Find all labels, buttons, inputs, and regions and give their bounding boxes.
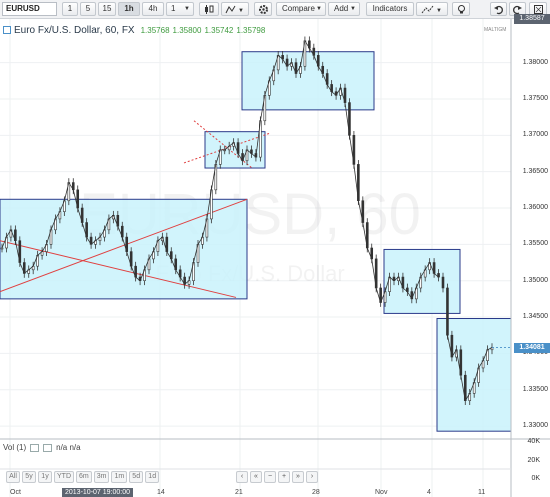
indicators-button[interactable]: Indicators: [366, 2, 414, 16]
price-tick-label: 1.34500: [522, 313, 548, 321]
chart-legend: Euro Fx/U.S. Dollar, 60, FX 1.35768 1.35…: [3, 23, 265, 37]
add-button[interactable]: Add ▼: [328, 2, 360, 16]
scroll-right-button[interactable]: ›: [306, 471, 318, 483]
compare-button[interactable]: Compare ▼: [276, 2, 326, 16]
time-tick-label: 4: [427, 489, 431, 496]
settings-icon[interactable]: [43, 443, 53, 452]
interval-15m-button[interactable]: 15: [98, 2, 116, 16]
toolbar: EURUSD 1 5 15 1h 4h 1 ▼ ▼ Compare ▼ Add …: [0, 0, 550, 19]
range-all-button[interactable]: All: [6, 471, 20, 483]
price-tick-label: 1.36500: [522, 167, 548, 175]
range-5y-button[interactable]: 5y: [22, 471, 36, 483]
time-tick-label: 14: [157, 489, 165, 496]
chart-container[interactable]: EURUSD, 60 Euro Fx/U.S. Dollar Euro Fx/U.…: [0, 14, 550, 497]
chevron-down-icon: ▼: [316, 6, 322, 12]
time-tick-label: Oct: [10, 489, 21, 496]
drawing-tools-dropdown[interactable]: ▼: [416, 2, 448, 16]
price-tick-label: 1.33500: [522, 385, 548, 393]
annotation-rectangle: [241, 51, 375, 111]
crosshair-time-label: 2013-10-07 19:00:00: [62, 488, 133, 497]
range-1y-button[interactable]: 1y: [38, 471, 52, 483]
compare-label: Compare: [282, 4, 315, 13]
range-5d-button[interactable]: 5d: [129, 471, 144, 483]
interval-dropdown[interactable]: 1 ▼: [166, 2, 194, 16]
brand-mark: MALTIGM: [484, 27, 507, 33]
volume-axis-label: 20K: [527, 457, 540, 464]
chevron-down-icon: ▼: [350, 6, 356, 12]
volume-legend: Vol (1) n/a n/a: [3, 443, 81, 452]
line-style-dropdown[interactable]: ▼: [221, 2, 249, 16]
candle-body: [446, 287, 449, 336]
candle-body: [441, 276, 445, 289]
symbol-input[interactable]: EURUSD: [2, 2, 57, 16]
interval-4h-button[interactable]: 4h: [142, 2, 164, 16]
lightbulb-icon[interactable]: [452, 2, 470, 16]
candle-body: [0, 247, 4, 250]
gear-icon[interactable]: [254, 2, 272, 16]
volume-axis-label: 40K: [527, 438, 540, 445]
candle-style-icon[interactable]: [199, 2, 219, 16]
zoom-in-button[interactable]: +: [278, 471, 290, 483]
ohlc-close: 1.35798: [236, 25, 266, 35]
price-tick-label: 1.35500: [522, 240, 548, 248]
annotation-rectangle: [0, 198, 248, 300]
zoom-out-button[interactable]: −: [264, 471, 276, 483]
price-chart[interactable]: EURUSD, 60Euro Fx/U.S. Dollar: [0, 19, 550, 497]
interval-5m-button[interactable]: 5: [80, 2, 96, 16]
range-ytd-button[interactable]: YTD: [54, 471, 74, 483]
range-6m-button[interactable]: 6m: [76, 471, 92, 483]
hide-icon[interactable]: [30, 443, 40, 452]
price-tick-label: 1.35000: [522, 276, 548, 284]
undo-icon[interactable]: [490, 2, 507, 16]
time-tick-label: 21: [235, 489, 243, 496]
range-3m-button[interactable]: 3m: [93, 471, 110, 483]
price-tick-label: 1.36000: [522, 204, 548, 211]
top-price-label: 1.38587: [514, 14, 550, 24]
add-label: Add: [334, 4, 349, 13]
ohlc-high: 1.35800: [172, 25, 202, 35]
chart-navigation: ‹ « − + » ›: [236, 471, 318, 483]
scroll-left-button[interactable]: ‹: [236, 471, 248, 483]
range-1m-button[interactable]: 1m: [111, 471, 128, 483]
ohlc-open: 1.35768: [140, 25, 170, 35]
price-tick-label: 1.37500: [522, 94, 548, 102]
scroll-start-button[interactable]: «: [250, 471, 262, 483]
scroll-end-button[interactable]: »: [292, 471, 304, 483]
price-tick-label: 1.37000: [522, 131, 548, 139]
date-range-bar: All 5y 1y YTD 6m 3m 1m 5d 1d: [6, 471, 160, 483]
time-tick-label: 28: [312, 489, 320, 496]
svg-text:▼: ▼: [436, 8, 442, 14]
price-tick-label: 1.38000: [522, 58, 548, 66]
ohlc-low: 1.35742: [204, 25, 234, 35]
time-axis[interactable]: Oct 2013-10-07 19:00:00 14 21 28 Nov 4 1…: [0, 488, 510, 497]
last-price-label: 1.34081: [514, 342, 550, 353]
chart-title: Euro Fx/U.S. Dollar, 60, FX: [14, 24, 135, 36]
interval-dropdown-label: 1: [171, 4, 176, 13]
interval-1h-button[interactable]: 1h: [118, 2, 140, 16]
time-tick-label: Nov: [375, 489, 388, 496]
price-tick-label: 1.33000: [522, 422, 548, 430]
interval-1m-button[interactable]: 1: [62, 2, 78, 16]
series-square-icon: [3, 26, 11, 34]
volume-title: Vol (1): [3, 443, 27, 452]
chevron-down-icon: ▼: [184, 6, 190, 12]
svg-text:▼: ▼: [238, 8, 244, 14]
time-tick-label: 11: [478, 489, 486, 496]
volume-values: n/a n/a: [56, 443, 81, 452]
range-1d-button[interactable]: 1d: [145, 471, 160, 483]
volume-axis-label: 0K: [531, 475, 540, 482]
